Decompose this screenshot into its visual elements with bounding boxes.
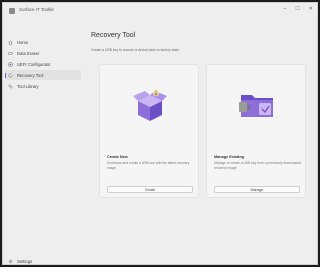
sidebar-item-label: Recovery Tool (17, 72, 44, 78)
sidebar-item-data-eraser[interactable]: Data Eraser (5, 48, 81, 58)
card-title: Create New (107, 155, 128, 159)
main-content: Recovery Tool Create a USB key to recove… (89, 28, 314, 263)
sidebar-item-settings[interactable]: Settings (5, 257, 81, 264)
sidebar-item-tool-library[interactable]: Tool Library (5, 81, 81, 91)
window-controls: – ☐ ✕ (284, 6, 313, 12)
create-button[interactable]: Create (107, 186, 193, 193)
sidebar-item-label: Home (17, 39, 29, 45)
app-title: Surface IT Toolkit (19, 7, 54, 12)
sidebar-item-label: UEFI Configurator (17, 61, 51, 67)
uefi-icon (8, 62, 13, 67)
card-title: Manage Existing (214, 155, 244, 159)
library-icon (8, 83, 13, 89)
box-download-icon (130, 87, 170, 123)
maximize-icon[interactable]: ☐ (295, 6, 299, 12)
card-description: Download and create a USB key with the l… (107, 161, 190, 170)
sidebar-item-label: Settings (17, 258, 33, 264)
manage-button[interactable]: Manage (214, 186, 300, 193)
recovery-icon (8, 72, 13, 78)
sidebar-item-home[interactable]: Home (5, 37, 81, 47)
sidebar-nav: Home Data Eraser UEFI Configurator Recov… (3, 37, 83, 257)
folder-usb-icon (237, 87, 277, 123)
page-title: Recovery Tool (91, 32, 136, 39)
app-window: Surface IT Toolkit – ☐ ✕ Home Data Erase… (2, 2, 318, 265)
sidebar-item-label: Data Eraser (17, 50, 40, 56)
sidebar-item-label: Tool Library (17, 83, 39, 89)
home-icon (8, 39, 13, 45)
minimize-icon[interactable]: – (284, 6, 287, 12)
app-logo-icon (9, 8, 15, 14)
manage-existing-card: Manage Existing Manage or create a USB k… (206, 64, 306, 198)
create-new-card: Create New Download and create a USB key… (99, 64, 199, 198)
title-bar: Surface IT Toolkit – ☐ ✕ (3, 3, 317, 19)
sidebar-item-uefi-configurator[interactable]: UEFI Configurator (5, 59, 81, 69)
sidebar-item-recovery-tool[interactable]: Recovery Tool (5, 70, 81, 80)
page-description: Create a USB key to recover a device bac… (91, 48, 180, 52)
eraser-icon (8, 51, 13, 56)
card-description: Manage or create a USB key from a previo… (214, 161, 302, 170)
gear-icon (8, 259, 13, 264)
close-icon[interactable]: ✕ (309, 6, 313, 12)
